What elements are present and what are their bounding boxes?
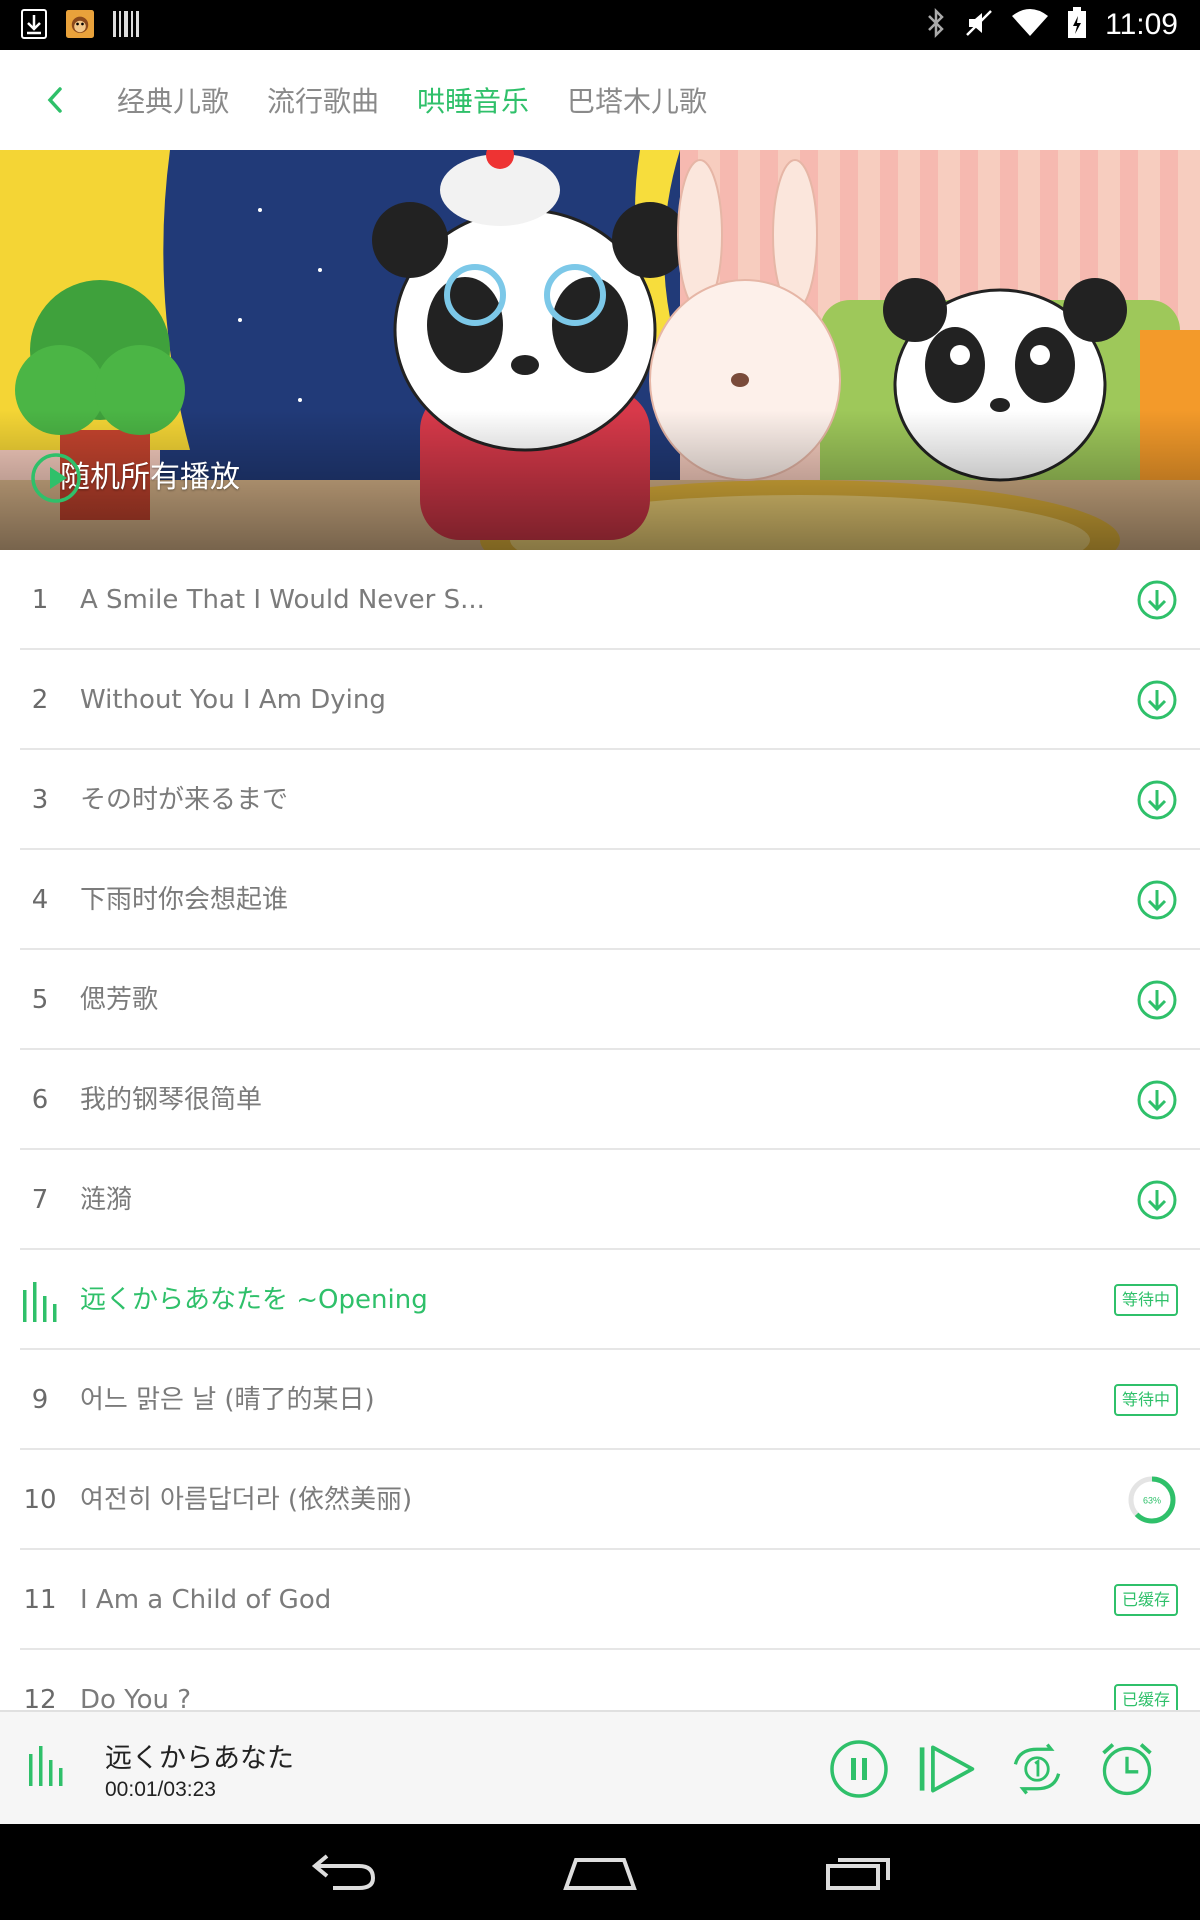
song-title: 어느 맑은 날 (晴了的某日)	[80, 1385, 375, 1415]
home-icon	[563, 1858, 637, 1890]
song-number: 11	[23, 1585, 57, 1615]
waiting-badge: 等待中	[1113, 1384, 1178, 1416]
song-row[interactable]: 7 涟漪	[20, 1150, 1200, 1250]
download-circle-icon	[1137, 980, 1177, 1020]
clock: 11:09	[1105, 8, 1178, 41]
shuffle-play-all-button[interactable]: 随机所有播放	[30, 452, 240, 503]
nav-back-button[interactable]	[304, 1848, 384, 1896]
download-circle-icon	[1137, 1080, 1177, 1120]
download-circle-icon	[1137, 580, 1177, 620]
song-row[interactable]: 2 Without You I Am Dying	[20, 650, 1200, 750]
play-circle-icon	[31, 453, 81, 503]
equalizer-icon	[29, 1746, 63, 1786]
tab-batamu-songs[interactable]: 巴塔木儿歌	[548, 80, 726, 120]
song-number: 10	[23, 1485, 57, 1515]
song-title: Without You I Am Dying	[80, 685, 386, 715]
song-number: 2	[31, 685, 49, 715]
song-row[interactable]: 6 我的钢琴很简单	[20, 1050, 1200, 1150]
cached-badge: 已缓存	[1113, 1684, 1178, 1710]
song-title: 涟漪	[80, 1185, 133, 1215]
song-row[interactable]: 10 여전히 아름답더라 (依然美丽) 63%	[20, 1450, 1200, 1550]
monkey-app-icon	[66, 8, 94, 40]
next-track-button[interactable]	[916, 1738, 978, 1800]
download-circle-icon	[1137, 880, 1177, 920]
song-title: その时が来るまで	[80, 785, 289, 815]
back-button[interactable]	[30, 75, 80, 125]
status-badge: 等待中	[1113, 1350, 1178, 1450]
waiting-badge: 等待中	[1113, 1284, 1178, 1316]
song-row-now-playing[interactable]: 远くからあなたを ~Opening 等待中	[20, 1250, 1200, 1350]
status-bar: 11:09	[0, 0, 1200, 50]
song-title: Do You ?	[80, 1685, 192, 1710]
song-number: 4	[31, 885, 49, 915]
banner-image: 随机所有播放	[0, 150, 1200, 550]
song-row[interactable]: 5 偲芳歌	[20, 950, 1200, 1050]
tab-classic-songs[interactable]: 经典儿歌	[98, 80, 248, 120]
tab-sleep-music[interactable]: 哄睡音乐	[398, 80, 548, 120]
song-row[interactable]: 11 I Am a Child of God 已缓存	[20, 1550, 1200, 1650]
sleep-timer-button[interactable]	[1096, 1738, 1158, 1800]
system-navigation-bar	[0, 1824, 1200, 1920]
song-row[interactable]: 12 Do You ? 已缓存	[20, 1650, 1200, 1710]
status-badge: 等待中	[1113, 1250, 1178, 1350]
download-button[interactable]	[1136, 650, 1178, 750]
nav-home-button[interactable]	[560, 1848, 640, 1896]
download-button[interactable]	[1136, 1150, 1178, 1250]
download-circle-icon	[1137, 1180, 1177, 1220]
back-arrow-icon	[311, 1854, 376, 1890]
song-number: 6	[31, 1085, 49, 1115]
download-icon	[20, 8, 48, 40]
recents-icon	[826, 1858, 890, 1890]
song-title: 여전히 아름답더라 (依然美丽)	[80, 1485, 413, 1515]
status-badge: 已缓存	[1113, 1550, 1178, 1650]
barcode-icon	[112, 8, 140, 40]
bluetooth-icon	[925, 7, 947, 43]
download-button[interactable]	[1136, 550, 1178, 650]
equalizer-icon	[23, 1282, 57, 1322]
play-all-label: 随机所有播放	[60, 460, 240, 495]
song-title: 我的钢琴很简单	[80, 1085, 263, 1115]
tab-pop-songs[interactable]: 流行歌曲	[248, 80, 398, 120]
now-playing-title: 远くからあなた	[105, 1743, 294, 1774]
song-row[interactable]: 3 その时が来るまで	[20, 750, 1200, 850]
song-row[interactable]: 1 A Smile That I Would Never S...	[20, 550, 1200, 650]
status-badge: 已缓存	[1113, 1650, 1178, 1710]
progress-ring: 63%	[1128, 1476, 1176, 1524]
download-button[interactable]	[1136, 1050, 1178, 1150]
download-circle-icon	[1137, 780, 1177, 820]
song-number: 12	[23, 1685, 57, 1710]
repeat-one-button[interactable]	[1006, 1738, 1068, 1800]
download-button[interactable]	[1136, 750, 1178, 850]
song-title: 远くからあなたを ~Opening	[80, 1285, 428, 1315]
mini-player[interactable]: 远くからあなた 00:01/03:23	[0, 1710, 1200, 1826]
song-number: 9	[31, 1385, 49, 1415]
wifi-icon	[1011, 8, 1049, 42]
download-button[interactable]	[1136, 850, 1178, 950]
nav-recents-button[interactable]	[820, 1848, 900, 1896]
progress-label: 63%	[1143, 1496, 1161, 1506]
cached-badge: 已缓存	[1113, 1584, 1178, 1616]
song-list: 1 A Smile That I Would Never S... 2 With…	[0, 550, 1200, 1710]
song-title: 偲芳歌	[80, 985, 159, 1015]
song-row[interactable]: 9 어느 맑은 날 (晴了的某日) 等待中	[20, 1350, 1200, 1450]
pause-button[interactable]	[828, 1738, 890, 1800]
category-tabs: 经典儿歌 流行歌曲 哄睡音乐 巴塔木儿歌	[98, 50, 726, 150]
song-number: 7	[31, 1185, 49, 1215]
battery-icon	[1067, 7, 1087, 43]
song-title: 下雨时你会想起谁	[80, 885, 289, 915]
download-button[interactable]	[1136, 950, 1178, 1050]
download-circle-icon	[1137, 680, 1177, 720]
song-row[interactable]: 4 下雨时你会想起谁	[20, 850, 1200, 950]
song-title: A Smile That I Would Never S...	[80, 585, 485, 615]
song-number: 3	[31, 785, 49, 815]
song-number: 1	[31, 585, 49, 615]
now-playing-time: 00:01/03:23	[105, 1778, 216, 1801]
chevron-left-icon	[47, 87, 62, 113]
song-title: I Am a Child of God	[80, 1585, 332, 1615]
category-header: 经典儿歌 流行歌曲 哄睡音乐 巴塔木儿歌	[0, 50, 1200, 150]
mute-icon	[965, 8, 993, 42]
download-progress: 63%	[1126, 1450, 1178, 1550]
song-number: 5	[31, 985, 49, 1015]
